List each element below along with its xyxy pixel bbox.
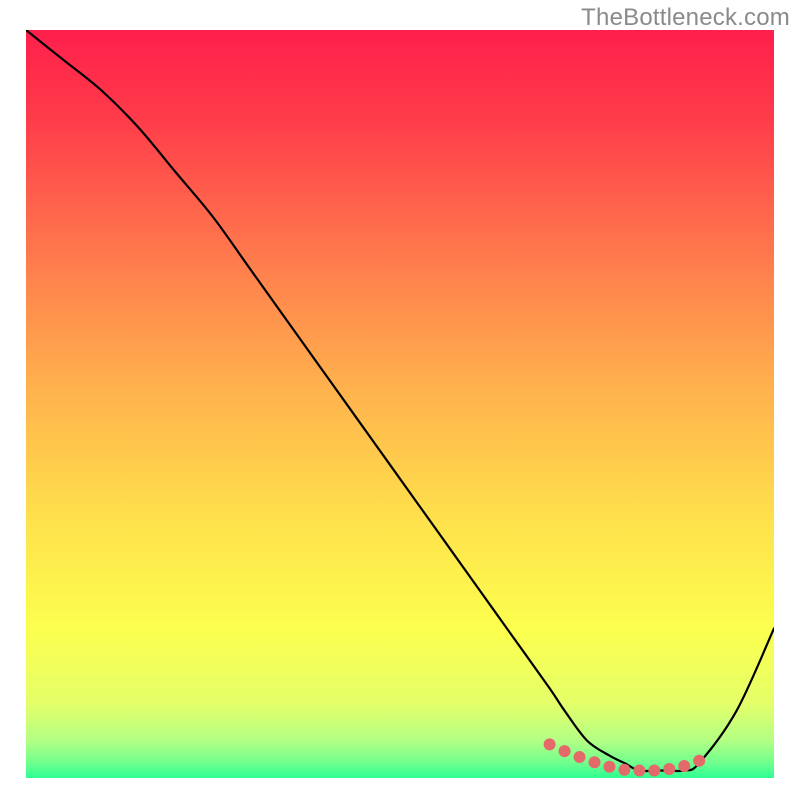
watermark-text: TheBottleneck.com [581,4,790,32]
optimum-marker [574,751,586,763]
gradient-background [26,30,774,778]
optimum-marker [603,761,615,773]
optimum-marker [693,755,705,767]
plot-area [26,30,774,778]
chart-container: TheBottleneck.com [0,0,800,800]
optimum-marker [678,760,690,772]
optimum-marker [588,756,600,768]
chart-svg [26,30,774,778]
optimum-marker [663,763,675,775]
optimum-marker [618,764,630,776]
optimum-marker [633,765,645,777]
optimum-marker [648,765,660,777]
optimum-marker [559,745,571,757]
optimum-marker [544,738,556,750]
